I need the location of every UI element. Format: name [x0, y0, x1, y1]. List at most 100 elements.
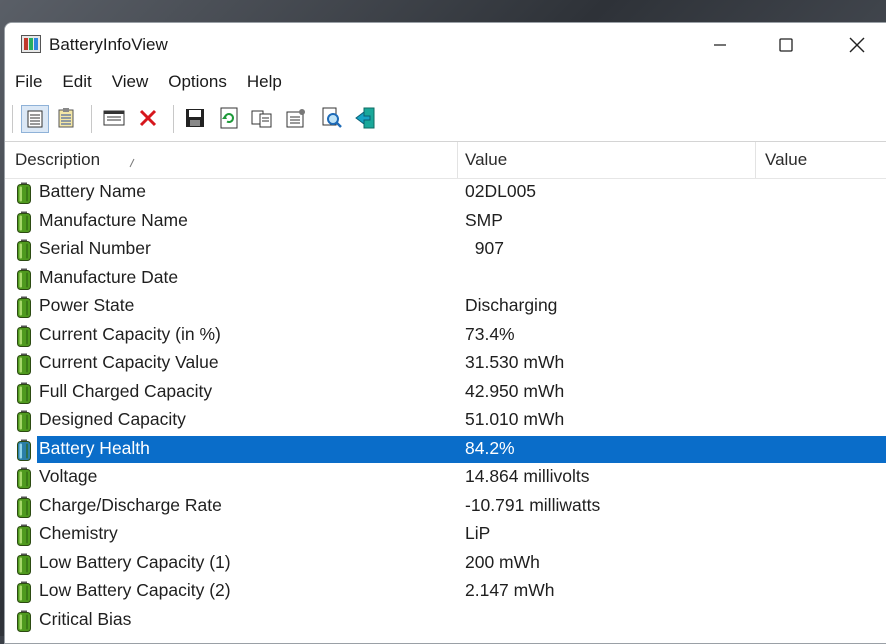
list-row[interactable]: Current Capacity (in %) 73.4% [5, 321, 886, 350]
exit-button[interactable] [353, 105, 379, 131]
details-view-button[interactable] [21, 105, 49, 133]
battery-icon [17, 581, 31, 603]
list-row[interactable]: Low Battery Capacity (2) 2.147 mWh [5, 577, 886, 606]
properties-list-button[interactable] [53, 105, 79, 131]
sort-indicator-icon [128, 155, 136, 173]
list-row[interactable]: Battery Name 02DL005 [5, 178, 886, 207]
list-row[interactable]: Charge/Discharge Rate -10.791 milliwatts [5, 492, 886, 521]
copy-button[interactable] [249, 105, 275, 131]
row-description: Manufacture Name [39, 209, 188, 230]
column-divider[interactable] [457, 142, 458, 178]
list-row[interactable]: Low Battery Capacity (1) 200 mWh [5, 549, 886, 578]
row-description: Designed Capacity [39, 409, 186, 429]
row-description: Chemistry [39, 523, 118, 543]
title-bar[interactable]: BatteryInfoView [5, 23, 886, 67]
list-row[interactable]: Voltage 14.864 millivolts [5, 463, 886, 492]
delete-icon [139, 109, 157, 127]
row-value: 73.4% [465, 323, 515, 344]
battery-icon [17, 410, 31, 432]
minimize-button[interactable] [687, 23, 753, 67]
list-row[interactable]: Manufacture Date [5, 264, 886, 293]
menu-help[interactable]: Help [237, 67, 292, 97]
battery-icon [17, 439, 31, 461]
copy-icon [251, 110, 272, 128]
battery-icon [17, 182, 31, 204]
list-row[interactable]: Manufacture Name SMP [5, 207, 886, 236]
list-row[interactable]: Power State Discharging [5, 292, 886, 321]
battery-icon [17, 610, 31, 632]
list-row[interactable]: Serial Number 907 [5, 235, 886, 264]
menu-options[interactable]: Options [158, 67, 237, 97]
battery-icon [17, 211, 31, 233]
row-description: Critical Bias [39, 608, 132, 629]
row-value: 2.147 mWh [465, 580, 555, 600]
delete-button[interactable] [135, 105, 161, 131]
row-description: Low Battery Capacity (2) [39, 580, 231, 600]
toolbar [5, 97, 886, 142]
battery-icon [17, 353, 31, 375]
row-value: 02DL005 [465, 181, 537, 201]
row-description: Low Battery Capacity (1) [39, 551, 231, 572]
app-window: BatteryInfoView File Edit View Options H… [4, 22, 886, 644]
close-button[interactable] [824, 23, 886, 67]
toolbar-separator [173, 105, 174, 133]
properties-button[interactable] [283, 105, 309, 131]
column-header-description[interactable]: Description [15, 142, 100, 178]
column-divider[interactable] [755, 142, 756, 178]
menu-edit[interactable]: Edit [52, 67, 101, 97]
window-title: BatteryInfoView [49, 35, 168, 54]
column-header-value[interactable]: Value [465, 142, 507, 178]
toolbar-separator [12, 105, 13, 133]
refresh-icon [220, 107, 238, 129]
list-row[interactable]: Chemistry LiP [5, 520, 886, 549]
html-report-button[interactable] [101, 105, 127, 131]
list-row[interactable]: Current Capacity Value 31.530 mWh [5, 349, 886, 378]
row-value: 200 mWh [465, 551, 540, 572]
row-value: SMP [465, 209, 503, 230]
row-value: 31.530 mWh [465, 352, 565, 372]
close-icon [849, 37, 865, 53]
row-value: 51.010 mWh [465, 409, 565, 429]
selection-highlight [37, 435, 886, 463]
list-row[interactable]: Designed Capacity 51.010 mWh [5, 406, 886, 435]
menu-file[interactable]: File [5, 67, 52, 97]
list-row[interactable]: Full Charged Capacity 42.950 mWh [5, 378, 886, 407]
exit-icon [355, 107, 375, 129]
maximize-icon [779, 38, 793, 52]
row-description: Full Charged Capacity [39, 380, 213, 401]
row-value: 84.2% [465, 437, 515, 458]
maximize-button[interactable] [753, 23, 819, 67]
save-button[interactable] [182, 105, 208, 131]
find-button[interactable] [319, 105, 345, 131]
row-description: Serial Number [39, 238, 151, 258]
save-icon [186, 109, 204, 127]
find-icon [322, 107, 342, 128]
menu-view[interactable]: View [102, 67, 159, 97]
toolbar-separator [91, 105, 92, 133]
battery-icon [17, 296, 31, 318]
list-row[interactable]: Critical Bias [5, 606, 886, 635]
menu-bar: File Edit View Options Help [5, 67, 886, 97]
list-row[interactable]: Battery Health 84.2% [5, 435, 886, 464]
battery-icon [17, 467, 31, 489]
row-description: Current Capacity (in %) [39, 323, 221, 344]
row-value: 14.864 millivolts [465, 466, 590, 486]
row-value: -10.791 milliwatts [465, 494, 601, 515]
row-description: Current Capacity Value [39, 352, 219, 372]
row-value: LiP [465, 523, 491, 543]
battery-icon [17, 553, 31, 575]
column-header-value-2[interactable]: Value [765, 142, 807, 178]
row-description: Voltage [39, 466, 98, 486]
row-description: Charge/Discharge Rate [39, 494, 222, 515]
battery-icon [17, 382, 31, 404]
app-icon [21, 35, 41, 53]
battery-icon [17, 496, 31, 518]
properties-list-icon [58, 108, 74, 128]
minimize-icon [714, 44, 726, 46]
row-description: Power State [39, 295, 135, 315]
row-description: Manufacture Date [39, 266, 179, 287]
refresh-button[interactable] [216, 105, 242, 131]
battery-icon [17, 239, 31, 261]
list-header: Description Value Value [5, 142, 886, 179]
battery-icon [17, 325, 31, 347]
